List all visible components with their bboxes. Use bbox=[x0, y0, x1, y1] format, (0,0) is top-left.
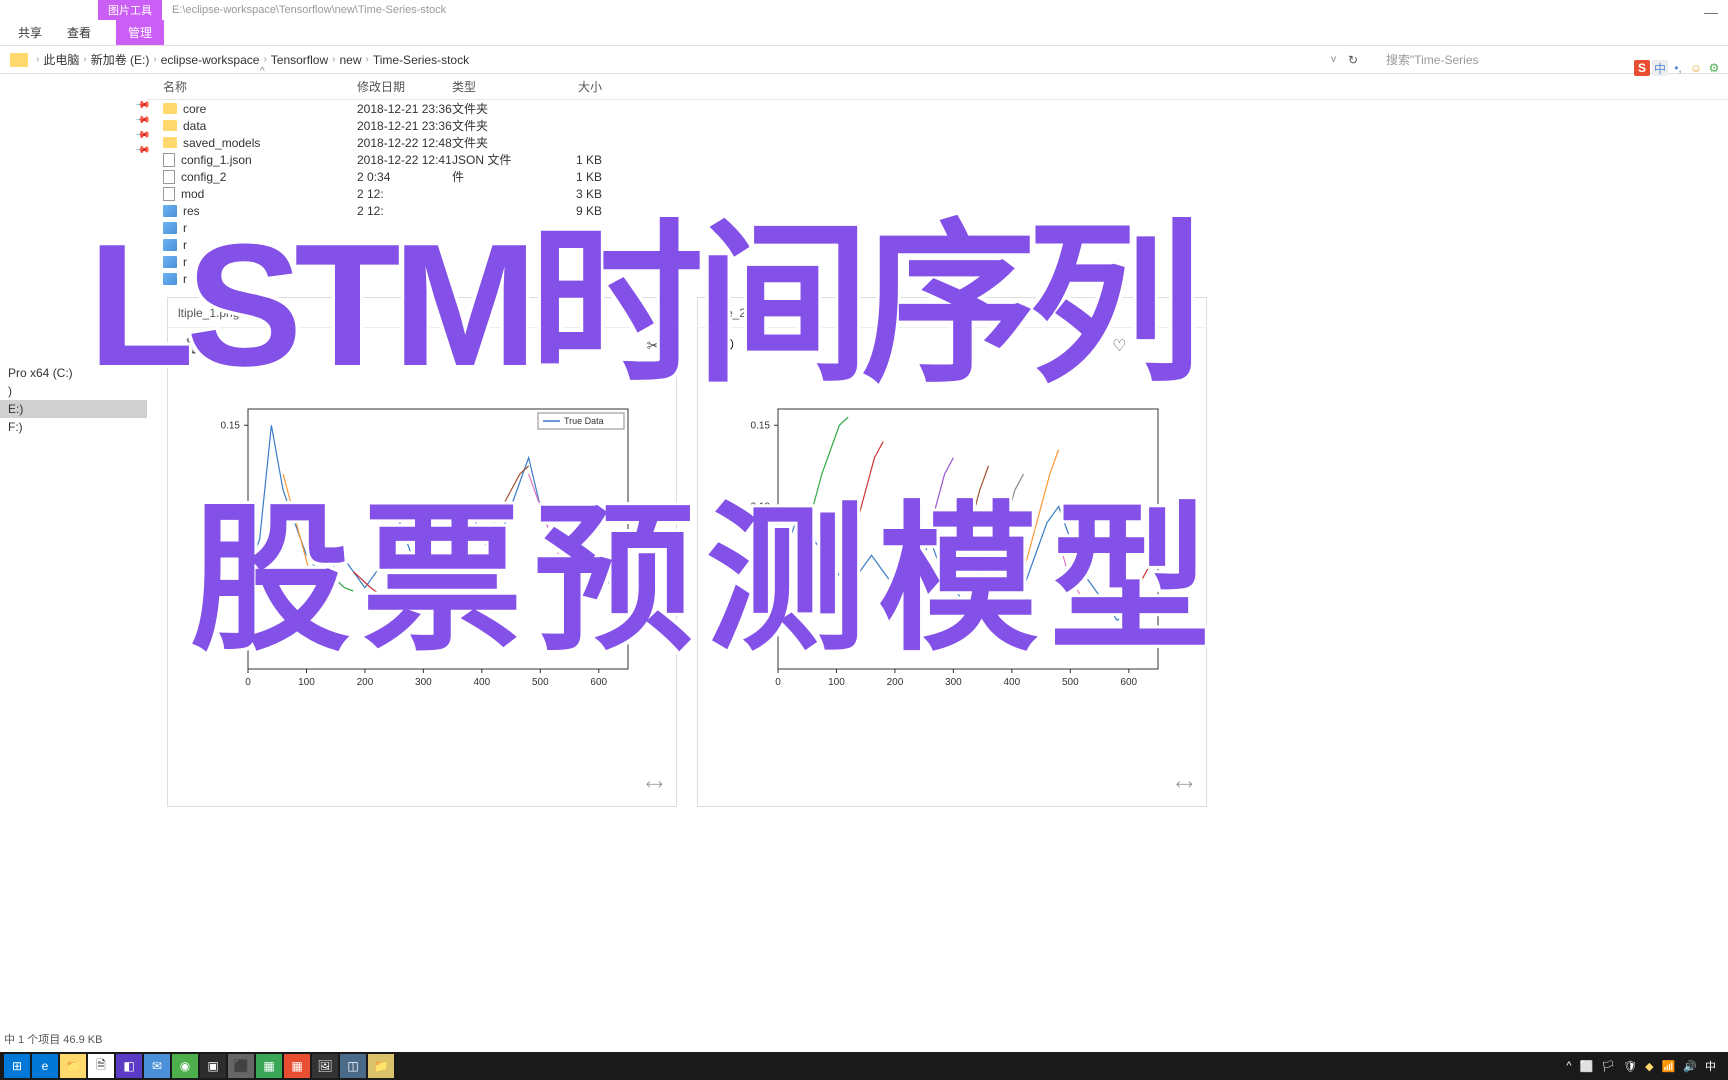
ime-punct-icon[interactable]: •, bbox=[1670, 60, 1686, 76]
col-header-name[interactable]: 名称 bbox=[147, 78, 357, 95]
pin-icons: 📌 📌 📌 📌 bbox=[136, 100, 148, 156]
pin-icon: 📌 bbox=[134, 97, 151, 114]
ime-emoji-icon[interactable]: ☺ bbox=[1688, 60, 1704, 76]
file-name: core bbox=[183, 102, 206, 116]
file-date: 2018-12-21 23:36 bbox=[357, 102, 452, 116]
folder-icon bbox=[10, 53, 28, 67]
title-tool-tab[interactable]: 图片工具 bbox=[98, 0, 162, 20]
file-row[interactable]: saved_models 2018-12-22 12:48文件夹 bbox=[147, 134, 1728, 151]
crumb-3[interactable]: Tensorflow bbox=[271, 53, 328, 67]
sort-indicator-icon: ^ bbox=[260, 66, 265, 77]
tray-up-icon[interactable]: ^ bbox=[1566, 1060, 1571, 1072]
ribbon: 共享 查看 管理 bbox=[0, 20, 1728, 46]
app-icon[interactable]: ◉ bbox=[172, 1054, 198, 1078]
file-type: 文件夹 bbox=[452, 134, 542, 151]
titlebar: 图片工具 E:\eclipse-workspace\Tensorflow\new… bbox=[0, 0, 1728, 20]
app-icon[interactable]: ▣ bbox=[200, 1054, 226, 1078]
file-name: saved_models bbox=[183, 136, 260, 150]
col-header-type[interactable]: 类型 bbox=[452, 78, 542, 95]
folder-icon bbox=[163, 103, 177, 114]
ime-settings-icon[interactable]: ⚙ bbox=[1706, 60, 1722, 76]
tray-flag-icon[interactable]: 🏳 bbox=[1601, 1060, 1615, 1073]
pin-icon: 📌 bbox=[134, 127, 151, 144]
pin-icon: 📌 bbox=[134, 112, 151, 129]
app-icon[interactable]: ⬛ bbox=[228, 1054, 254, 1078]
file-type: 文件夹 bbox=[452, 100, 542, 117]
svg-text:0.15: 0.15 bbox=[751, 420, 771, 431]
crumb-0[interactable]: 此电脑 bbox=[43, 51, 79, 68]
app-icon[interactable]: ◫ bbox=[340, 1054, 366, 1078]
minimize-icon[interactable]: — bbox=[1704, 4, 1718, 20]
file-date: 2018-12-22 12:48 bbox=[357, 136, 452, 150]
crumb-1[interactable]: 新加卷 (E:) bbox=[91, 51, 150, 68]
chevron-right-icon: › bbox=[263, 54, 266, 65]
tray-action-icon[interactable]: ⬜ bbox=[1579, 1060, 1593, 1073]
system-tray: ^ ⬜ 🏳 🛡 ◆ 📶 🔊 中 bbox=[1566, 1058, 1724, 1074]
file-date: 2018-12-21 23:36 bbox=[357, 119, 452, 133]
chevron-right-icon: › bbox=[153, 54, 156, 65]
edge-icon[interactable]: e bbox=[32, 1054, 58, 1078]
app-icon[interactable]: 📁 bbox=[368, 1054, 394, 1078]
file-name: data bbox=[183, 119, 206, 133]
folder-icon bbox=[163, 120, 177, 131]
col-header-size[interactable]: 大小 bbox=[542, 78, 602, 95]
refresh-icon[interactable]: ↻ bbox=[1348, 53, 1358, 67]
app-icon[interactable]: ▦ bbox=[284, 1054, 310, 1078]
app-icon[interactable]: ✉ bbox=[144, 1054, 170, 1078]
overlay-title-2: 股票预测模型 bbox=[190, 450, 1222, 682]
crumb-2[interactable]: eclipse-workspace bbox=[161, 53, 260, 67]
app-icon[interactable]: ▦ bbox=[256, 1054, 282, 1078]
status-text: 中 1 个项目 46.9 KB bbox=[4, 1031, 102, 1047]
app-icon[interactable]: ◧ bbox=[116, 1054, 142, 1078]
file-row[interactable]: core 2018-12-21 23:36文件夹 bbox=[147, 100, 1728, 117]
app-icon[interactable]: 🖼 bbox=[312, 1054, 338, 1078]
breadcrumb[interactable]: › 此电脑 › 新加卷 (E:) › eclipse-workspace › T… bbox=[36, 51, 1327, 68]
crumb-5[interactable]: Time-Series-stock bbox=[373, 53, 469, 67]
explorer-icon[interactable]: 📁 bbox=[60, 1054, 86, 1078]
ime-panel: S 中 •, ☺ ⚙ bbox=[1634, 60, 1722, 76]
folder-icon bbox=[163, 137, 177, 148]
file-row[interactable]: data 2018-12-21 23:36文件夹 bbox=[147, 117, 1728, 134]
ribbon-tab-view[interactable]: 查看 bbox=[67, 24, 91, 41]
chevron-right-icon: › bbox=[366, 54, 369, 65]
tray-notify-icon[interactable]: ◆ bbox=[1645, 1060, 1653, 1073]
chevron-right-icon: › bbox=[36, 54, 39, 65]
ribbon-tab-share[interactable]: 共享 bbox=[18, 24, 42, 41]
file-type: 文件夹 bbox=[452, 117, 542, 134]
taskbar: ⊞ e 📁 🗎 ◧ ✉ ◉ ▣ ⬛ ▦ ▦ 🖼 ◫ 📁 ^ ⬜ 🏳 🛡 ◆ 📶 … bbox=[0, 1052, 1728, 1080]
ribbon-tab-manage[interactable]: 管理 bbox=[116, 20, 164, 45]
column-headers: 名称 修改日期 类型 大小 bbox=[147, 74, 1728, 100]
title-path: E:\eclipse-workspace\Tensorflow\new\Time… bbox=[172, 4, 446, 16]
overlay-title-1: LSTM时间序列 bbox=[88, 164, 1194, 416]
ime-sogou-icon[interactable]: S bbox=[1634, 60, 1650, 76]
svg-text:True Data: True Data bbox=[564, 416, 604, 426]
chevron-down-icon[interactable]: v bbox=[1331, 54, 1336, 65]
crumb-4[interactable]: new bbox=[339, 53, 361, 67]
tray-lang[interactable]: 中 bbox=[1705, 1058, 1716, 1074]
tray-volume-icon[interactable]: 🔊 bbox=[1683, 1060, 1697, 1073]
statusbar: 中 1 个项目 46.9 KB bbox=[0, 1028, 1728, 1050]
tray-shield-icon[interactable]: 🛡 bbox=[1623, 1060, 1637, 1073]
start-button[interactable]: ⊞ bbox=[4, 1054, 30, 1078]
col-header-date[interactable]: 修改日期 bbox=[357, 78, 452, 95]
tray-network-icon[interactable]: 📶 bbox=[1662, 1060, 1676, 1073]
chevron-right-icon: › bbox=[83, 54, 86, 65]
expand-icon[interactable]: ⤢ bbox=[1173, 774, 1195, 796]
expand-icon[interactable]: ⤢ bbox=[643, 774, 665, 796]
ime-lang-icon[interactable]: 中 bbox=[1652, 60, 1668, 76]
chevron-right-icon: › bbox=[332, 54, 335, 65]
sidebar-item-f-drive[interactable]: F:) bbox=[0, 418, 147, 436]
app-icon[interactable]: 🗎 bbox=[88, 1054, 114, 1078]
svg-text:0.15: 0.15 bbox=[221, 420, 241, 431]
